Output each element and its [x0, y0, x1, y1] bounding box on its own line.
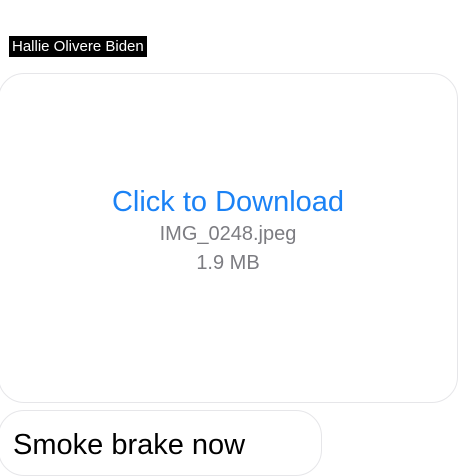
message-bubble[interactable]: Smoke brake now: [0, 410, 322, 476]
attachment-info: Click to Download IMG_0248.jpeg 1.9 MB: [0, 184, 457, 276]
file-size: 1.9 MB: [196, 252, 260, 274]
sender-name: Hallie Olivere Biden: [9, 36, 147, 57]
download-link[interactable]: Click to Download: [0, 184, 457, 220]
message-text: Smoke brake now: [13, 429, 246, 461]
file-name: IMG_0248.jpeg: [159, 223, 297, 245]
attachment-bubble[interactable]: Click to Download IMG_0248.jpeg 1.9 MB: [0, 73, 458, 403]
